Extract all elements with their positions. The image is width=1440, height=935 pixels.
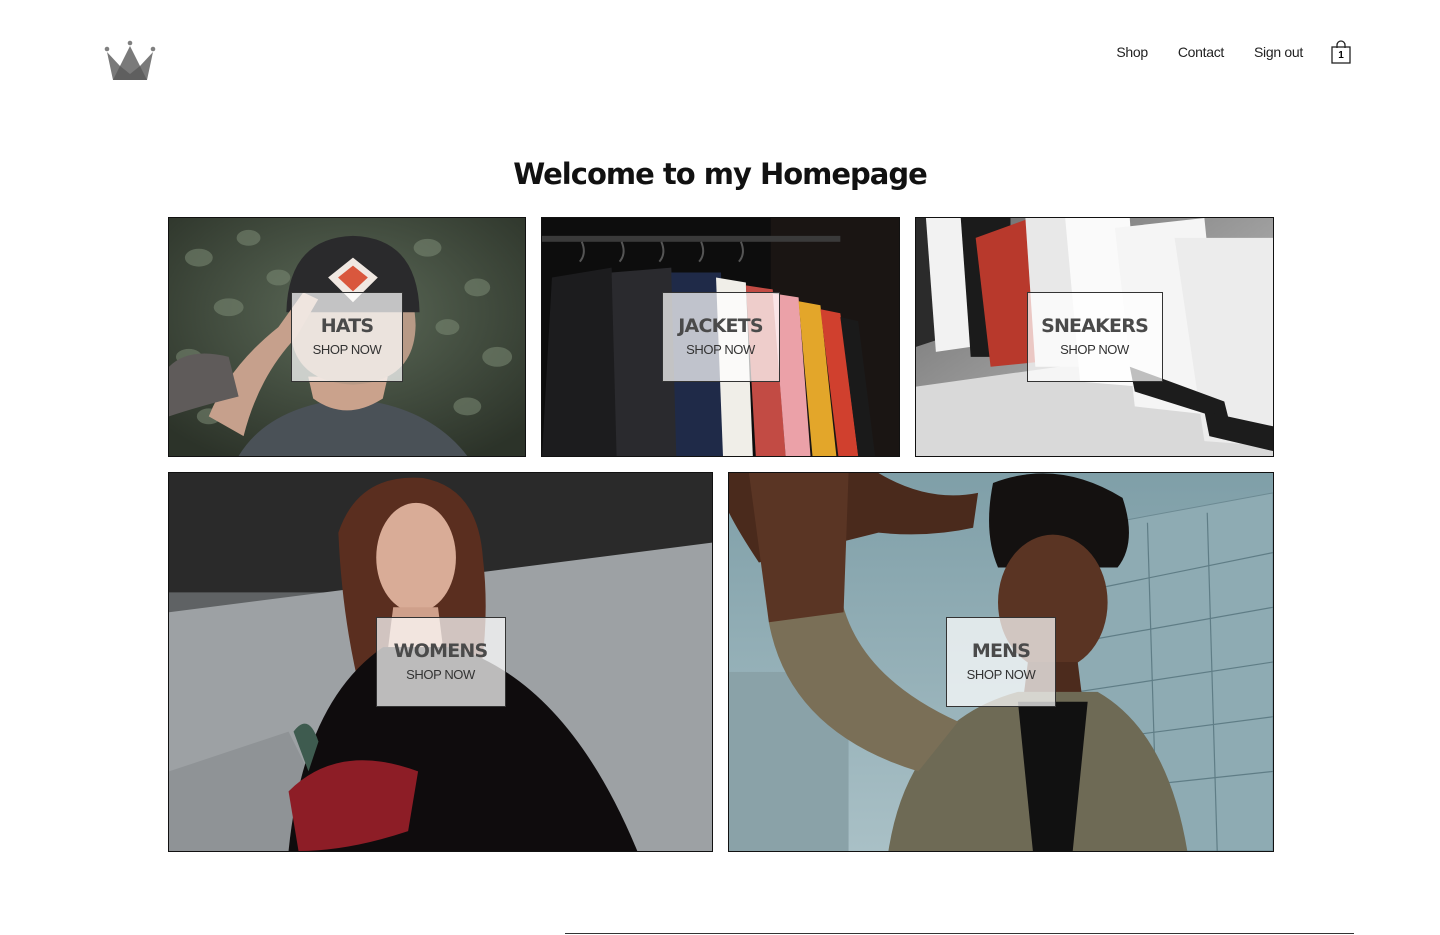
shop-now-link[interactable]: SHOP NOW [686,339,755,361]
category-title: HATS [320,315,374,337]
category-title: WOMENS [393,640,489,662]
category-title: MENS [971,640,1031,662]
cart-button[interactable]: 1 [1330,39,1352,65]
cart-count-badge: 1 [1338,50,1344,61]
page-title: Welcome to my Homepage [513,157,928,191]
category-title: SNEAKERS [1041,315,1149,337]
footer-divider [565,933,1354,934]
crown-logo-icon[interactable] [104,40,156,82]
nav-shop-link[interactable]: Shop [1116,38,1148,66]
shop-now-link[interactable]: SHOP NOW [967,664,1036,686]
category-tile-mens[interactable]: MENS SHOP NOW [728,472,1274,852]
category-overlay: HATS SHOP NOW [291,292,403,382]
category-overlay: WOMENS SHOP NOW [375,617,506,707]
nav-sign-out-link[interactable]: Sign out [1254,38,1303,66]
shop-now-link[interactable]: SHOP NOW [313,339,382,361]
nav-contact-link[interactable]: Contact [1178,38,1224,66]
category-tile-sneakers[interactable]: SNEAKERS SHOP NOW [915,217,1274,457]
category-tile-jackets[interactable]: JACKETS SHOP NOW [541,217,900,457]
category-title: JACKETS [678,315,763,337]
header: Shop Contact Sign out 1 [0,0,1440,110]
main-nav: Shop Contact Sign out 1 [1086,38,1352,66]
category-overlay: MENS SHOP NOW [946,617,1056,707]
shop-now-link[interactable]: SHOP NOW [406,664,475,686]
category-overlay: JACKETS SHOP NOW [661,292,780,382]
category-tile-hats[interactable]: HATS SHOP NOW [168,217,526,457]
category-tile-womens[interactable]: WOMENS SHOP NOW [168,472,713,852]
shop-now-link[interactable]: SHOP NOW [1060,339,1129,361]
category-overlay: SNEAKERS SHOP NOW [1026,292,1163,382]
